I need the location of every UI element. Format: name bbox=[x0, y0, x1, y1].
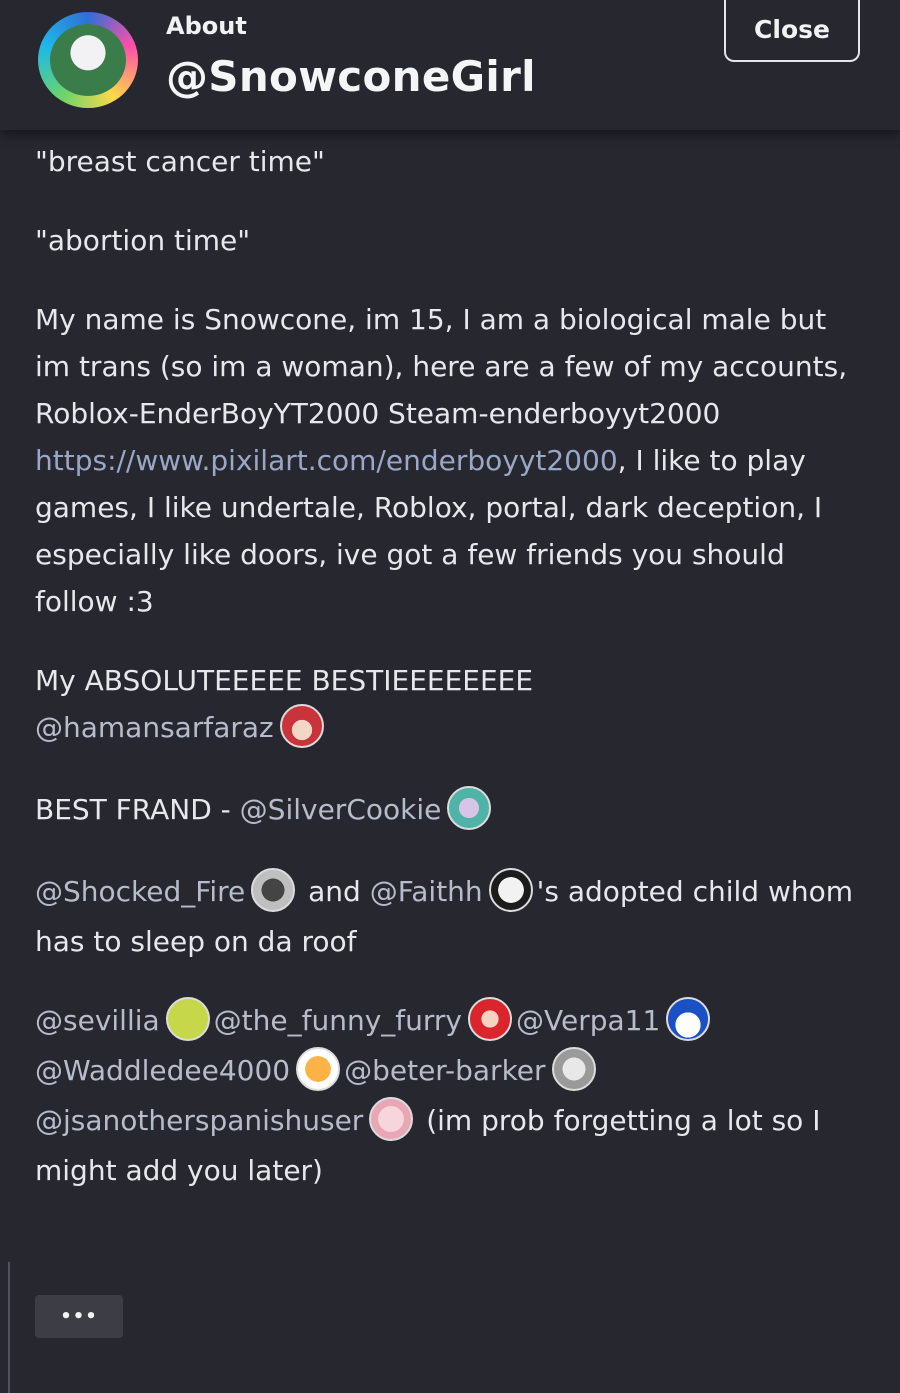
bio-line: "abortion time" bbox=[35, 224, 251, 257]
mention-faithh[interactable]: @Faithh bbox=[370, 875, 483, 908]
mention-friend[interactable]: @the_funny_furry bbox=[214, 1004, 462, 1037]
about-label: About bbox=[166, 12, 247, 40]
bestie-label: My ABSOLUTEEEEE BESTIEEEEEEEE bbox=[35, 664, 534, 697]
mention-friend[interactable]: @beter-barker bbox=[344, 1054, 545, 1087]
mention-friend[interactable]: @Waddledee4000 bbox=[35, 1054, 290, 1087]
mention-silvercookie[interactable]: @SilverCookie bbox=[240, 793, 442, 826]
username-title: @SnowconeGirl bbox=[166, 52, 536, 101]
best-frand-paragraph: BEST FRAND - @SilverCookie bbox=[35, 786, 865, 836]
profile-header: About @SnowconeGirl Close bbox=[0, 0, 900, 130]
avatar-icon bbox=[468, 997, 512, 1041]
avatar-icon bbox=[666, 997, 711, 1041]
mention-friend[interactable]: @jsanotherspanishuser bbox=[35, 1104, 363, 1137]
avatar-icon bbox=[296, 1047, 341, 1091]
mention-friend[interactable]: @sevillia bbox=[35, 1004, 160, 1037]
bestie-paragraph: My ABSOLUTEEEEE BESTIEEEEEEEE @hamansarfa… bbox=[35, 657, 865, 754]
avatar-icon bbox=[488, 868, 533, 912]
mention-shocked-fire[interactable]: @Shocked_Fire bbox=[35, 875, 245, 908]
friends-paragraph: @sevillia @the_funny_furry @Verpa11 @Waddle… bbox=[35, 997, 865, 1194]
best-frand-label: BEST FRAND - bbox=[35, 793, 240, 826]
profile-avatar-icon bbox=[38, 12, 138, 108]
close-button[interactable]: Close bbox=[724, 0, 860, 62]
bio-intro: My name is Snowcone, im 15, I am a biolo… bbox=[35, 296, 865, 625]
bio-text: "breast cancer time" "abortion time" My … bbox=[35, 138, 865, 1226]
mention-friend[interactable]: @Verpa11 bbox=[516, 1004, 660, 1037]
scrollbar[interactable] bbox=[0, 1262, 10, 1393]
adopted-paragraph: @Shocked_Fire and @Faithh's adopted chil… bbox=[35, 868, 865, 965]
mention-hamansarfaraz[interactable]: @hamansarfaraz bbox=[35, 711, 274, 744]
bio-line: "breast cancer time" bbox=[35, 145, 325, 178]
avatar-icon bbox=[279, 704, 324, 748]
avatar-icon bbox=[251, 868, 296, 912]
and-text: and bbox=[299, 875, 370, 908]
avatar-icon bbox=[551, 1047, 596, 1091]
avatar-icon bbox=[165, 997, 210, 1041]
avatar-icon bbox=[447, 786, 492, 830]
bio-intro-text: My name is Snowcone, im 15, I am a biolo… bbox=[35, 303, 848, 430]
avatar-icon bbox=[369, 1097, 414, 1141]
pixilart-link[interactable]: https://www.pixilart.com/enderboyyt2000 bbox=[35, 444, 618, 477]
more-options-button[interactable]: ••• bbox=[35, 1295, 123, 1338]
